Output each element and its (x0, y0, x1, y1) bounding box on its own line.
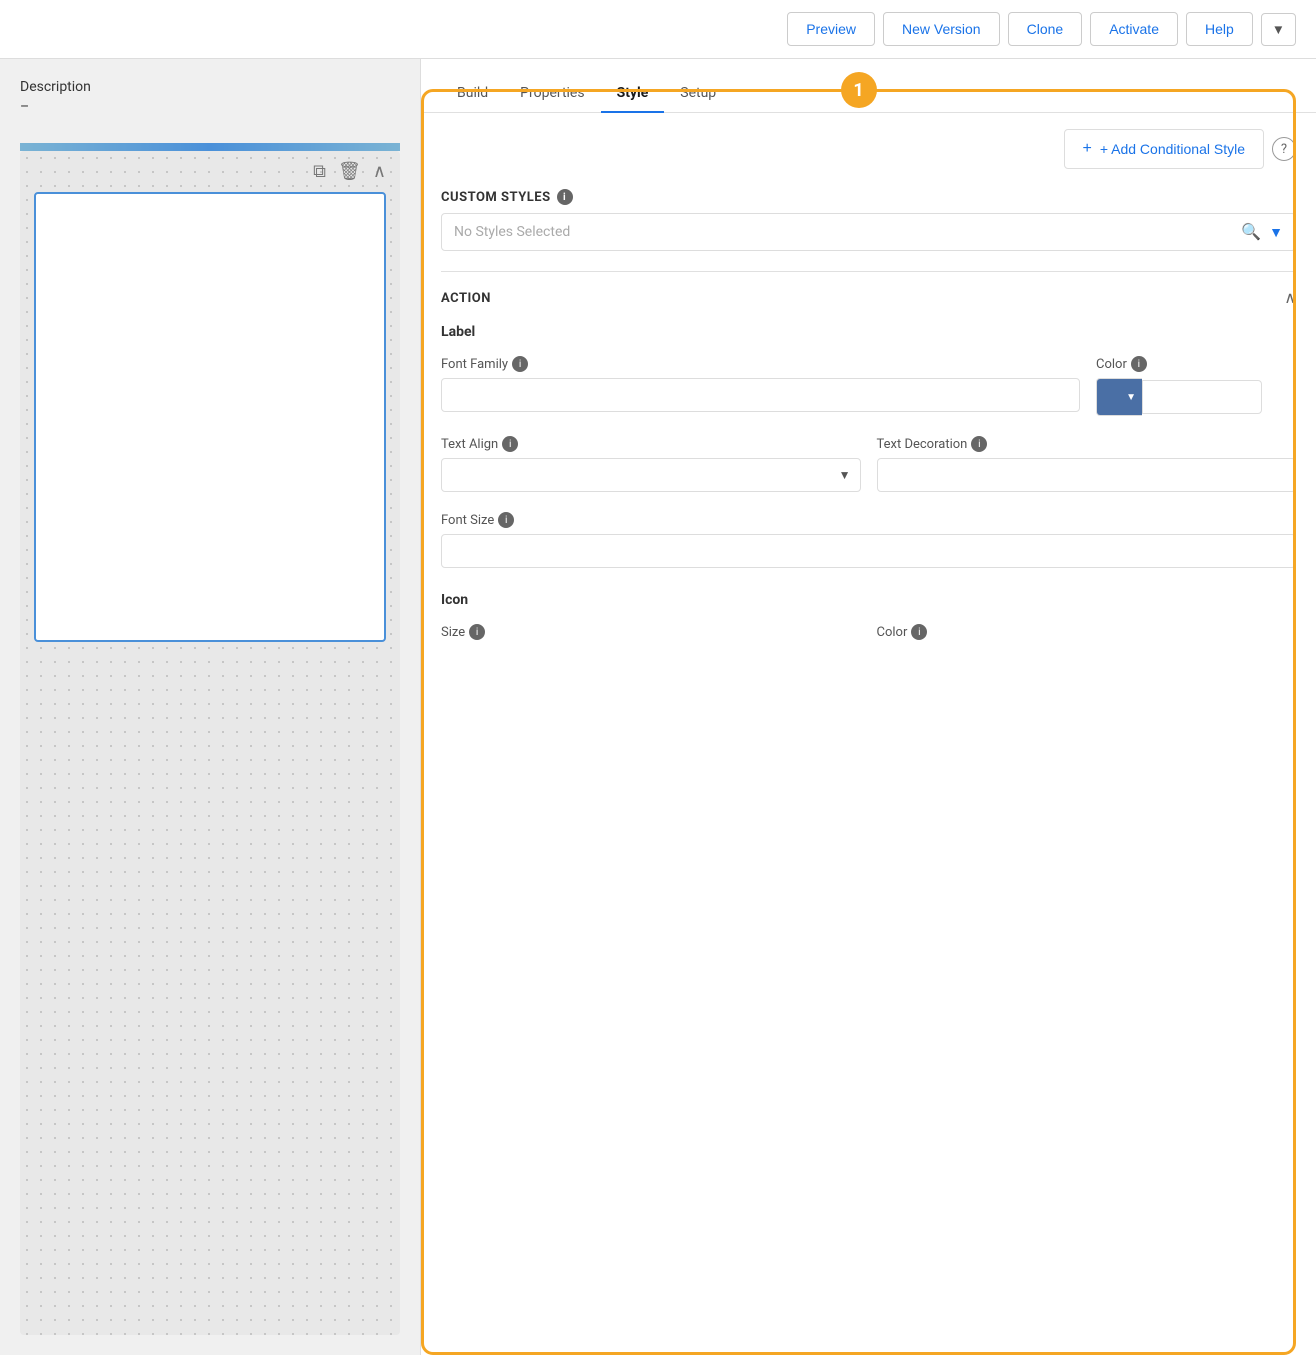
text-align-decoration-row: Text Align i Left Center Right Justify ▼ (441, 436, 1296, 492)
tab-build[interactable]: Build (441, 75, 504, 113)
color-swatch (1103, 386, 1124, 408)
icon-subsection-title: Icon (441, 592, 1296, 608)
panel-body: + + Add Conditional Style ? CUSTOM STYLE… (421, 113, 1316, 1353)
label-subsection-title: Label (441, 324, 1296, 340)
tabs-bar: Build Properties Style Setup (421, 59, 1316, 113)
custom-styles-icons: 🔍 ▼ (1241, 222, 1283, 242)
icon-size-label: Size i (441, 624, 861, 640)
icon-color-group: Color i (877, 624, 1297, 640)
text-decoration-info-icon[interactable]: i (971, 436, 987, 452)
action-collapse-button[interactable]: ∧ (1284, 288, 1296, 308)
tab-style[interactable]: Style (601, 75, 665, 113)
action-title: ACTION (441, 291, 491, 306)
custom-styles-info-icon[interactable]: i (557, 189, 573, 205)
icon-color-info-icon[interactable]: i (911, 624, 927, 640)
canvas-blue-box (34, 192, 386, 642)
add-conditional-label: + Add Conditional Style (1100, 141, 1245, 157)
conditional-help-icon[interactable]: ? (1272, 137, 1296, 161)
preview-button[interactable]: Preview (787, 12, 875, 46)
color-info-icon[interactable]: i (1131, 356, 1147, 372)
copy-icon[interactable]: ⧉ (313, 161, 326, 182)
text-decoration-input[interactable] (877, 458, 1297, 492)
collapse-icon[interactable]: ∧ (373, 161, 386, 182)
clone-button[interactable]: Clone (1008, 12, 1083, 46)
font-family-info-icon[interactable]: i (512, 356, 528, 372)
font-size-label: Font Size i (441, 512, 1296, 528)
font-family-input[interactable] (441, 378, 1080, 412)
icon-size-group: Size i (441, 624, 861, 640)
font-family-label: Font Family i (441, 356, 1080, 372)
tab-properties[interactable]: Properties (504, 75, 600, 113)
plus-icon: + (1083, 140, 1092, 158)
toolbar: Preview New Version Clone Activate Help … (0, 0, 1316, 59)
blue-stripe (20, 143, 400, 151)
custom-styles-title: CUSTOM STYLES (441, 190, 551, 205)
icon-color-label: Color i (877, 624, 1297, 640)
text-align-group: Text Align i Left Center Right Justify ▼ (441, 436, 861, 492)
font-size-input[interactable] (441, 534, 1296, 568)
text-align-label: Text Align i (441, 436, 861, 452)
canvas-icon-row: ⧉ 🗑 ∧ (20, 151, 400, 192)
conditional-style-row: + + Add Conditional Style ? (441, 129, 1296, 169)
font-family-group: Font Family i (441, 356, 1080, 412)
dotted-canvas: ⧉ 🗑 ∧ (20, 151, 400, 1335)
delete-icon[interactable]: 🗑 (338, 161, 361, 182)
icon-size-info-icon[interactable]: i (469, 624, 485, 640)
section-divider (441, 271, 1296, 272)
new-version-button[interactable]: New Version (883, 12, 1000, 46)
description-label: Description (20, 79, 400, 95)
main-area: Description – ⧉ 🗑 ∧ 1 Build Properties (0, 59, 1316, 1355)
custom-styles-placeholder: No Styles Selected (454, 224, 1241, 240)
text-align-select-wrapper: Left Center Right Justify ▼ (441, 458, 861, 492)
description-value: – (20, 99, 400, 115)
icon-size-color-row: Size i Color i (441, 624, 1296, 640)
custom-styles-search-icon[interactable]: 🔍 (1241, 222, 1261, 242)
color-label: Color i (1096, 356, 1296, 372)
custom-styles-dropdown-arrow[interactable]: ▼ (1269, 224, 1283, 241)
font-size-group: Font Size i (441, 512, 1296, 568)
font-size-info-icon[interactable]: i (498, 512, 514, 528)
color-swatch-button[interactable]: ▼ (1096, 378, 1142, 416)
left-panel: Description – ⧉ 🗑 ∧ (0, 59, 420, 1355)
swatch-dropdown-arrow: ▼ (1126, 392, 1136, 403)
right-panel: 1 Build Properties Style Setup + + Add C… (420, 59, 1316, 1355)
color-text-input[interactable] (1142, 380, 1262, 414)
custom-styles-selector[interactable]: No Styles Selected 🔍 ▼ (441, 213, 1296, 251)
color-group: Color i ▼ (1096, 356, 1296, 416)
help-button[interactable]: Help (1186, 12, 1253, 46)
activate-button[interactable]: Activate (1090, 12, 1178, 46)
text-align-info-icon[interactable]: i (502, 436, 518, 452)
add-conditional-style-button[interactable]: + + Add Conditional Style (1064, 129, 1265, 169)
text-decoration-group: Text Decoration i (877, 436, 1297, 492)
custom-styles-section: CUSTOM STYLES i (441, 189, 1296, 205)
text-decoration-label: Text Decoration i (877, 436, 1297, 452)
toolbar-more-dropdown[interactable]: ▼ (1261, 13, 1296, 46)
text-align-select[interactable]: Left Center Right Justify (441, 458, 861, 492)
tab-setup[interactable]: Setup (664, 75, 732, 113)
action-section-header: ACTION ∧ (441, 288, 1296, 308)
color-field-row: ▼ (1096, 378, 1296, 416)
font-color-row: Font Family i Color i ▼ (441, 356, 1296, 416)
